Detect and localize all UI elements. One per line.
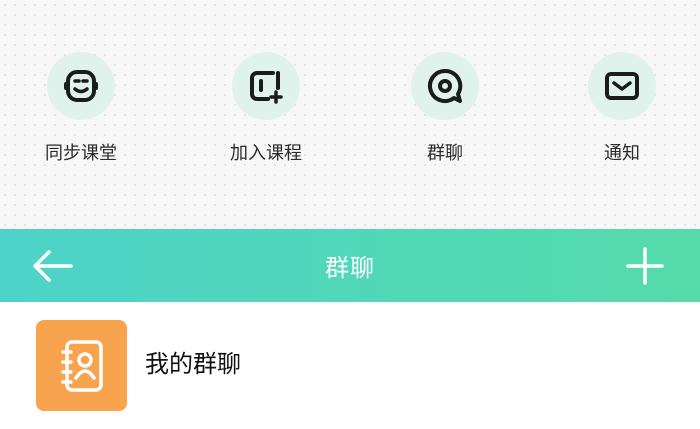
sync-class-icon-circle [47, 52, 115, 120]
my-groups-icon-box [36, 320, 127, 411]
back-button[interactable] [32, 247, 74, 285]
arrow-left-icon [33, 250, 73, 282]
sync-class-button[interactable]: 同步课堂 [11, 52, 151, 166]
notification-label: 通知 [604, 143, 640, 164]
group-chat-button[interactable]: 群聊 [375, 52, 515, 166]
my-groups-label: 我的群聊 [145, 350, 241, 378]
add-group-button[interactable] [626, 247, 664, 285]
notification-icon-circle [588, 52, 656, 120]
join-course-label: 加入课程 [230, 143, 302, 164]
plus-icon [626, 247, 664, 285]
group-chat-icon-circle [411, 52, 479, 120]
list-item-my-groups[interactable]: 我的群聊 [0, 302, 700, 429]
chat-bubble-icon [428, 68, 463, 103]
feature-panel: 同步课堂 加入课程 群聊 通知 [0, 0, 700, 229]
robot-face-icon [64, 70, 98, 102]
sync-class-label: 同步课堂 [45, 143, 117, 164]
group-chat-label: 群聊 [427, 143, 463, 164]
page-title: 群聊 [325, 254, 375, 282]
notification-button[interactable]: 通知 [552, 52, 692, 166]
envelope-icon [605, 72, 639, 100]
join-course-button[interactable]: 加入课程 [196, 52, 336, 166]
join-course-icon-circle [232, 52, 300, 120]
contact-book-icon [60, 339, 103, 392]
group-chat-header: 群聊 [0, 229, 700, 302]
add-course-icon [250, 71, 283, 104]
